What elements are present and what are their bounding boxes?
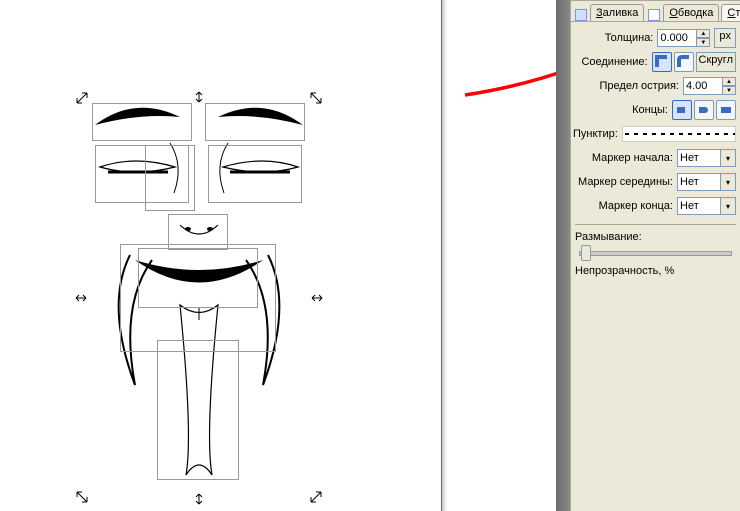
stroke-cap-label: Концы: bbox=[632, 104, 668, 116]
miter-limit-up[interactable]: ▲ bbox=[722, 77, 736, 86]
marker-mid-combo[interactable]: ▾ bbox=[677, 173, 736, 191]
marker-end-label: Маркер конца: bbox=[599, 200, 673, 212]
selection-box bbox=[205, 103, 305, 141]
stroke-width-down[interactable]: ▼ bbox=[696, 38, 710, 47]
selection-grip-s[interactable] bbox=[193, 493, 205, 505]
opacity-label: Непрозрачность, % bbox=[571, 265, 740, 277]
cap-square-icon[interactable] bbox=[716, 100, 736, 120]
miter-limit-label: Предел острия: bbox=[600, 80, 679, 92]
stroke-swatch-icon bbox=[648, 9, 660, 21]
join-round-icon[interactable] bbox=[674, 52, 694, 72]
cap-butt-icon[interactable] bbox=[672, 100, 692, 120]
stroke-cap-buttons bbox=[672, 100, 736, 120]
cap-round-icon[interactable] bbox=[694, 100, 714, 120]
marker-mid-dropdown[interactable]: ▾ bbox=[720, 173, 736, 191]
tab-fill[interactable]: Заливка bbox=[590, 4, 644, 21]
selection-box bbox=[92, 103, 192, 141]
selection-box bbox=[145, 145, 195, 211]
join-rounded-hint-label: Скругл bbox=[696, 52, 736, 72]
marker-start-label: Маркер начала: bbox=[592, 152, 673, 164]
selection-grip-n[interactable] bbox=[193, 91, 205, 103]
stroke-join-label: Соединение: bbox=[581, 56, 647, 68]
marker-start-value[interactable] bbox=[677, 149, 720, 167]
marker-end-combo[interactable]: ▾ bbox=[677, 197, 736, 215]
stroke-width-unit[interactable]: px bbox=[714, 28, 736, 48]
blur-slider[interactable] bbox=[575, 243, 736, 261]
stroke-style-body: Толщина: ▲ ▼ px Соединение: bbox=[571, 21, 740, 277]
marker-mid-value[interactable] bbox=[677, 173, 720, 191]
fill-swatch-icon bbox=[575, 9, 587, 21]
join-miter-icon[interactable] bbox=[652, 52, 672, 72]
fill-stroke-panel: Заливка Обводка Стиль обв Толщина: ▲ ▼ p… bbox=[570, 0, 740, 511]
marker-mid-label: Маркер середины: bbox=[578, 176, 673, 188]
selection-box bbox=[208, 145, 302, 203]
marker-start-combo[interactable]: ▾ bbox=[677, 149, 736, 167]
miter-limit-spin[interactable]: ▲ ▼ bbox=[683, 77, 736, 95]
window-frame-edge bbox=[556, 0, 571, 511]
stroke-join-buttons: Скругл bbox=[652, 52, 736, 72]
selection-grip-se[interactable] bbox=[310, 491, 322, 503]
stroke-width-spin[interactable]: ▲ ▼ bbox=[657, 29, 710, 47]
stroke-dash-label: Пунктир: bbox=[573, 128, 618, 140]
stroke-width-up[interactable]: ▲ bbox=[696, 29, 710, 38]
selection-grip-e[interactable] bbox=[311, 292, 323, 304]
separator bbox=[575, 224, 736, 225]
selection-grip-w[interactable] bbox=[75, 292, 87, 304]
stroke-width-input[interactable] bbox=[657, 29, 697, 47]
blur-label: Размывание: bbox=[571, 231, 740, 243]
marker-start-dropdown[interactable]: ▾ bbox=[720, 149, 736, 167]
stroke-dash-control[interactable] bbox=[622, 126, 736, 142]
tab-stroke-style[interactable]: Стиль обв bbox=[721, 4, 740, 21]
selection-grip-nw[interactable] bbox=[76, 92, 88, 104]
tab-stroke-paint[interactable]: Обводка bbox=[663, 4, 719, 21]
marker-end-value[interactable] bbox=[677, 197, 720, 215]
miter-limit-down[interactable]: ▼ bbox=[722, 86, 736, 95]
selection-grip-sw[interactable] bbox=[76, 491, 88, 503]
panel-tabs: Заливка Обводка Стиль обв bbox=[571, 1, 740, 21]
marker-end-dropdown[interactable]: ▾ bbox=[720, 197, 736, 215]
selection-box bbox=[138, 248, 258, 308]
miter-limit-input[interactable] bbox=[683, 77, 723, 95]
selection-grip-ne[interactable] bbox=[310, 92, 322, 104]
selection-box bbox=[157, 340, 239, 480]
canvas-area[interactable] bbox=[0, 0, 540, 511]
stroke-width-label: Толщина: bbox=[605, 32, 654, 44]
